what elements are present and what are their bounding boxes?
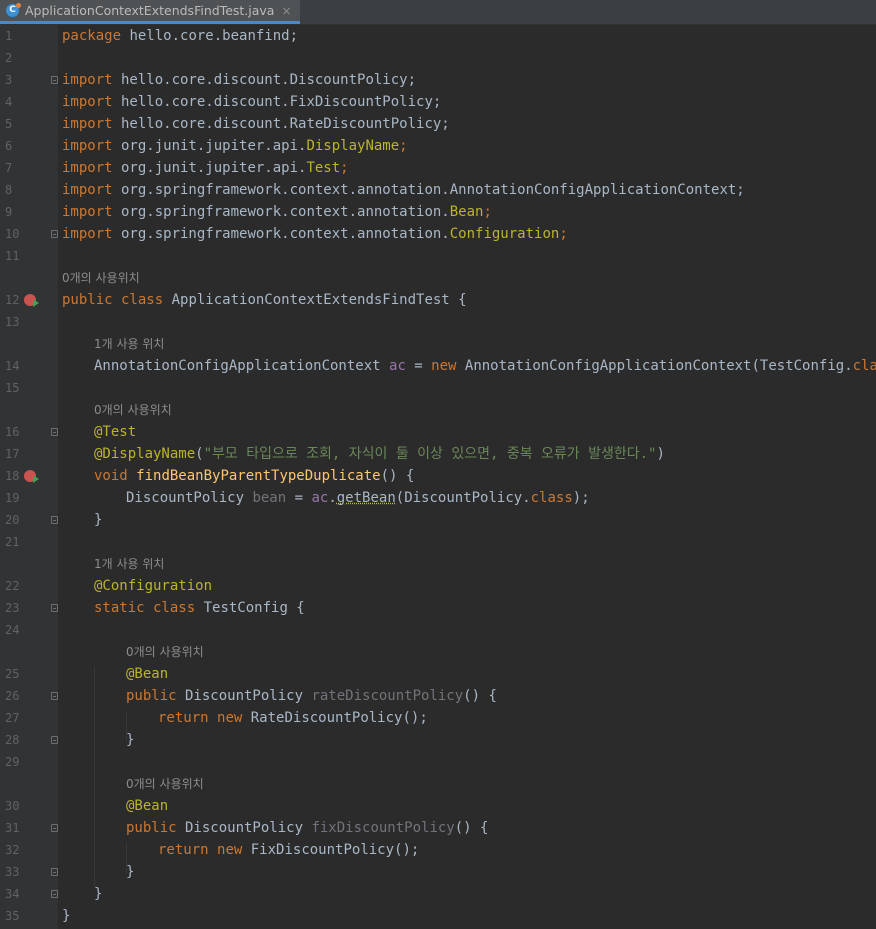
line-number: 11 (5, 249, 20, 263)
line-number: 10 (5, 227, 20, 241)
fold-toggle-icon[interactable] (51, 736, 58, 744)
code-line: 3 import hello.core.discount.DiscountPol… (0, 69, 876, 91)
code-line: 13 (0, 311, 876, 333)
code-editor[interactable]: 1 package hello.core.beanfind; 2 3 impor… (0, 25, 876, 929)
code-line: 5 import hello.core.discount.RateDiscoun… (0, 113, 876, 135)
code-line: 32 return new FixDiscountPolicy(); (0, 839, 876, 861)
code-line: 28 } (0, 729, 876, 751)
line-number: 2 (5, 51, 13, 65)
line-number: 5 (5, 117, 13, 131)
line-number: 20 (5, 513, 20, 527)
code-line: 21 (0, 531, 876, 553)
line-number: 29 (5, 755, 20, 769)
code-line: 16 @Test (0, 421, 876, 443)
line-number: 9 (5, 205, 13, 219)
code-line: 25 @Bean (0, 663, 876, 685)
fold-toggle-icon[interactable] (51, 890, 58, 898)
code-line: 27 return new RateDiscountPolicy(); (0, 707, 876, 729)
close-icon[interactable]: × (281, 4, 291, 18)
line-number: 25 (5, 667, 20, 681)
line-number: 33 (5, 865, 20, 879)
code-line: 6 import org.junit.jupiter.api.DisplayNa… (0, 135, 876, 157)
line-number: 24 (5, 623, 20, 637)
line-number: 1 (5, 29, 13, 43)
usages-hint[interactable]: 0개의 사용위치 (126, 773, 204, 795)
line-number: 22 (5, 579, 20, 593)
editor-tab-bar: C ApplicationContextExtendsFindTest.java… (0, 0, 876, 25)
code-line: 29 (0, 751, 876, 773)
inlay-hint-row: 1개 사용 위치 (0, 333, 876, 355)
fold-toggle-icon[interactable] (51, 516, 58, 524)
code-line: 1 package hello.core.beanfind; (0, 25, 876, 47)
code-line: 18 void findBeanByParentTypeDuplicate() … (0, 465, 876, 487)
line-number: 34 (5, 887, 20, 901)
inlay-hint-row: 0개의 사용위치 (0, 267, 876, 289)
fold-toggle-icon[interactable] (51, 76, 58, 84)
fold-toggle-icon[interactable] (51, 428, 58, 436)
line-number: 17 (5, 447, 20, 461)
code-line: 26 public DiscountPolicy rateDiscountPol… (0, 685, 876, 707)
code-line: 12 public class ApplicationContextExtend… (0, 289, 876, 311)
run-test-icon[interactable] (24, 294, 39, 307)
line-number: 19 (5, 491, 20, 505)
code-line: 20 } (0, 509, 876, 531)
line-number: 7 (5, 161, 13, 175)
line-number: 32 (5, 843, 20, 857)
fold-toggle-icon[interactable] (51, 868, 58, 876)
usages-hint[interactable]: 0개의 사용위치 (62, 267, 140, 289)
code-line: 23 static class TestConfig { (0, 597, 876, 619)
line-number: 13 (5, 315, 20, 329)
code-line: 24 (0, 619, 876, 641)
line-number: 31 (5, 821, 20, 835)
code-line: 4 import hello.core.discount.FixDiscount… (0, 91, 876, 113)
fold-toggle-icon[interactable] (51, 692, 58, 700)
code-line: 19 DiscountPolicy bean = ac.getBean(Disc… (0, 487, 876, 509)
code-line: 33 } (0, 861, 876, 883)
line-number: 4 (5, 95, 13, 109)
line-number: 16 (5, 425, 20, 439)
code-line: 30 @Bean (0, 795, 876, 817)
tab-filename: ApplicationContextExtendsFindTest.java (25, 3, 275, 18)
code-line: 10 import org.springframework.context.an… (0, 223, 876, 245)
code-line: 7 import org.junit.jupiter.api.Test; (0, 157, 876, 179)
code-line: 8 import org.springframework.context.ann… (0, 179, 876, 201)
line-number: 23 (5, 601, 20, 615)
usages-hint[interactable]: 1개 사용 위치 (94, 333, 164, 355)
java-class-icon: C (6, 3, 21, 17)
line-number: 28 (5, 733, 20, 747)
run-test-icon[interactable] (24, 470, 39, 483)
inlay-hint-row: 0개의 사용위치 (0, 641, 876, 663)
fold-toggle-icon[interactable] (51, 824, 58, 832)
inlay-hint-row: 0개의 사용위치 (0, 773, 876, 795)
code-line: 17 @DisplayName("부모 타입으로 조회, 자식이 둘 이상 있으… (0, 443, 876, 465)
code-line: 22 @Configuration (0, 575, 876, 597)
line-number: 6 (5, 139, 13, 153)
fold-toggle-icon[interactable] (51, 230, 58, 238)
line-number: 30 (5, 799, 20, 813)
line-number: 35 (5, 909, 20, 923)
code-line: 34 } (0, 883, 876, 905)
line-number: 21 (5, 535, 20, 549)
usages-hint[interactable]: 1개 사용 위치 (94, 553, 164, 575)
usages-hint[interactable]: 0개의 사용위치 (94, 399, 172, 421)
line-number: 14 (5, 359, 20, 373)
code-line: 2 (0, 47, 876, 69)
inlay-hint-row: 0개의 사용위치 (0, 399, 876, 421)
line-number: 27 (5, 711, 20, 725)
line-number: 3 (5, 73, 13, 87)
line-number: 15 (5, 381, 20, 395)
code-line: 11 (0, 245, 876, 267)
line-number: 8 (5, 183, 13, 197)
code-line: 15 (0, 377, 876, 399)
code-line: 9 import org.springframework.context.ann… (0, 201, 876, 223)
tab-application-context-extends-find-test[interactable]: C ApplicationContextExtendsFindTest.java… (0, 0, 300, 24)
fold-toggle-icon[interactable] (51, 604, 58, 612)
inlay-hint-row: 1개 사용 위치 (0, 553, 876, 575)
code-line: 14 AnnotationConfigApplicationContext ac… (0, 355, 876, 377)
usages-hint[interactable]: 0개의 사용위치 (126, 641, 204, 663)
code-line: 35 } (0, 905, 876, 927)
code-line: 31 public DiscountPolicy fixDiscountPoli… (0, 817, 876, 839)
line-number: 26 (5, 689, 20, 703)
